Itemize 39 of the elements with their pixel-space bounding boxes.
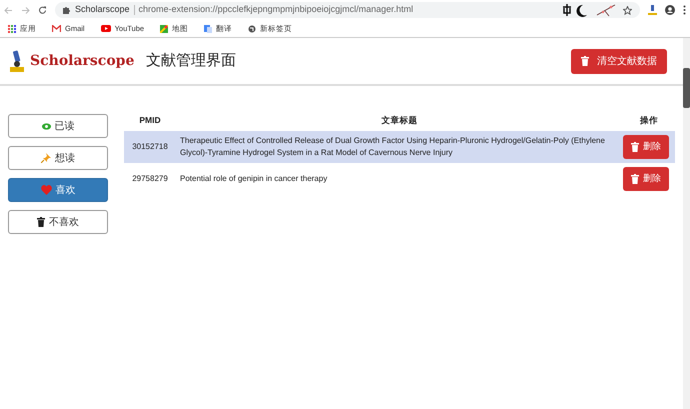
column-header: 文章标题 [382,115,418,125]
table-cell: Therapeutic Effect of Controlled Release of Dual Growth Factor Using Heparin-Pluronic Hydrogel/Gelatin-Poly (Ethylene Glycol)-Tyramine Hydrogel System in a Rat Model of Cavernous Nerve Injury [180,136,605,157]
trash-icon [631,174,639,184]
microscope-icon [8,50,26,72]
scrollbar[interactable] [683,38,690,409]
page-title: 文献管理界面 [146,50,236,71]
delete-button[interactable]: 删除 [623,166,669,191]
reload-icon[interactable] [38,6,47,14]
table-cell: 29758279 [132,174,168,183]
star-icon[interactable] [623,6,632,14]
column-header: 操作 [640,115,658,125]
column-header: PMID [139,115,161,125]
table-cell: 30152718 [132,142,168,151]
filter-button[interactable]: 不喜欢 [8,210,108,234]
apps-grid-icon [8,24,16,32]
clear-data-button[interactable]: 清空文献数据 [571,48,667,74]
pin-icon [41,153,51,163]
menu-icon[interactable] [683,5,686,15]
translate-icon [204,24,212,32]
microscope-icon[interactable] [648,5,657,15]
trash-icon [581,56,589,66]
filter-button[interactable]: 喜欢 [8,178,108,202]
trash-icon [37,217,45,227]
filter-button[interactable]: 想读 [8,146,108,170]
mail-icon [52,25,61,32]
table-row[interactable] [124,130,675,163]
address-bar[interactable]: Scholarscope chrome-extension://ppcclefkjepngmpmjnbipoeiojcgjmcl/manager.html [55,2,640,18]
eye-icon [42,122,50,130]
filter-button[interactable]: 已读 [8,114,108,138]
table-row[interactable]: 29758279 Potential role of genipin in cancer therapy 删除 [124,162,675,195]
heart-icon [40,185,52,195]
url-text: chrome-extension://ppcclefkjepngmpmjnbipoeiojcgjmcl/manager.html [138,3,414,16]
site-name: Scholarscope [75,3,130,16]
table-cell: Potential role of genipin in cancer therapy [180,174,328,183]
map-icon [160,24,168,32]
play-icon [100,25,111,32]
logo-text: Scholarscope [30,52,134,70]
puzzle-icon [63,6,71,14]
account-icon[interactable] [665,5,675,15]
